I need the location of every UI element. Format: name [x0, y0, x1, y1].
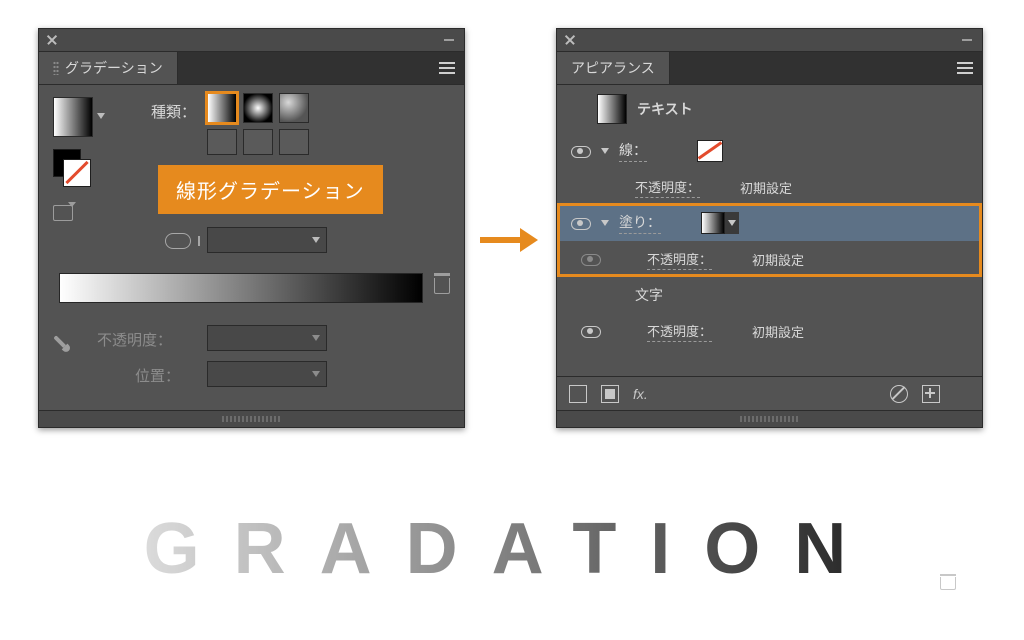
- stroke-row[interactable]: 線：: [557, 133, 982, 169]
- stroke-profile-select[interactable]: [207, 227, 327, 253]
- stroke-profile-icon: [165, 233, 191, 249]
- panel-menu-icon[interactable]: [430, 52, 464, 84]
- stroke-label[interactable]: 線：: [619, 140, 647, 162]
- opacity-value: 初期設定: [740, 178, 792, 197]
- stroke-mode-1[interactable]: [207, 129, 237, 155]
- stroke-mode-3[interactable]: [279, 129, 309, 155]
- characters-label: 文字: [635, 285, 663, 305]
- duplicate-icon[interactable]: [922, 385, 940, 403]
- new-fill-icon[interactable]: [601, 385, 619, 403]
- opacity-label: 不透明度：: [647, 249, 712, 270]
- chevron-down-icon[interactable]: [601, 220, 609, 226]
- stroke-swatch-none: [63, 159, 91, 187]
- stroke-gradient-mode-buttons: [207, 129, 309, 155]
- gradient-slider[interactable]: [59, 273, 423, 303]
- tab-label: グラデーション: [65, 58, 163, 78]
- stroke-none-swatch[interactable]: [697, 140, 723, 162]
- panel-resize-bar[interactable]: [39, 410, 464, 427]
- appearance-tabbar: アピアランス: [557, 52, 982, 85]
- close-icon[interactable]: [43, 30, 63, 50]
- radial-gradient-button[interactable]: [243, 93, 273, 123]
- fill-swatch-dropdown[interactable]: [701, 212, 739, 234]
- fill-opacity-row[interactable]: 不透明度： 初期設定: [557, 241, 982, 277]
- tab-label: アピアランス: [571, 58, 655, 78]
- visibility-eye-icon[interactable]: [579, 324, 601, 338]
- fill-row[interactable]: 塗り：: [557, 205, 982, 241]
- collapse-icon[interactable]: [444, 39, 458, 41]
- delete-stop-icon[interactable]: [434, 273, 450, 293]
- position-select[interactable]: [207, 361, 327, 387]
- visibility-eye-icon[interactable]: [579, 252, 601, 266]
- freeform-gradient-button[interactable]: [279, 93, 309, 123]
- chevron-down-icon[interactable]: [601, 148, 609, 154]
- chevron-down-icon: [728, 220, 736, 226]
- tab-appearance[interactable]: アピアランス: [557, 52, 670, 84]
- visibility-eye-icon[interactable]: [569, 144, 591, 158]
- gradient-panel: グラデーション 種類： 線形グラデーション: [38, 28, 465, 428]
- header-label: テキスト: [637, 99, 693, 119]
- swatch-dropdown-icon[interactable]: [97, 113, 105, 119]
- sample-gradient-text: GRADATION: [0, 508, 1024, 590]
- position-label: 位置：: [135, 365, 180, 386]
- text-opacity-row[interactable]: 不透明度： 初期設定: [557, 313, 982, 349]
- fill-stroke-toggle[interactable]: [53, 149, 89, 185]
- type-label: 種類：: [151, 101, 196, 122]
- add-effect-icon[interactable]: fx.: [633, 386, 648, 402]
- gradient-preview-swatch[interactable]: [53, 97, 93, 137]
- collapse-icon[interactable]: [962, 39, 976, 41]
- appearance-panel-titlebar: [557, 29, 982, 52]
- chevron-down-icon: [312, 371, 320, 377]
- stroke-mode-2[interactable]: [243, 129, 273, 155]
- appearance-footer: fx.: [557, 376, 982, 411]
- chevron-down-icon: [312, 237, 320, 243]
- tab-gradient[interactable]: グラデーション: [39, 52, 178, 84]
- appearance-panel: アピアランス テキスト 線： 不透明度： 初期設定: [556, 28, 983, 428]
- fill-gradient-swatch: [701, 212, 725, 234]
- eyedropper-icon[interactable]: [53, 325, 78, 350]
- appearance-header-row: テキスト: [557, 85, 982, 133]
- gradient-tabbar: グラデーション: [39, 52, 464, 85]
- linear-gradient-button[interactable]: [207, 93, 237, 123]
- opacity-label: 不透明度：: [647, 321, 712, 342]
- new-stroke-icon[interactable]: [569, 385, 587, 403]
- callout-linear-gradient: 線形グラデーション: [158, 165, 383, 214]
- drag-grip-icon: [53, 61, 59, 75]
- arrow-right-icon: [480, 228, 540, 252]
- gradient-panel-titlebar: [39, 29, 464, 52]
- stroke-opacity-row[interactable]: 不透明度： 初期設定: [557, 169, 982, 205]
- close-icon[interactable]: [561, 30, 581, 50]
- opacity-value: 初期設定: [752, 250, 804, 269]
- fill-label[interactable]: 塗り：: [619, 212, 661, 234]
- opacity-label: 不透明度：: [97, 329, 172, 350]
- panel-resize-bar[interactable]: [557, 410, 982, 427]
- chevron-down-icon: [312, 335, 320, 341]
- characters-row[interactable]: 文字: [557, 277, 982, 313]
- opacity-label: 不透明度：: [635, 177, 700, 198]
- selection-thumb: [597, 94, 627, 124]
- gradient-type-buttons: [207, 93, 309, 123]
- visibility-eye-icon[interactable]: [569, 216, 591, 230]
- library-icon[interactable]: [53, 205, 73, 221]
- opacity-select[interactable]: [207, 325, 327, 351]
- panel-menu-icon[interactable]: [948, 52, 982, 84]
- opacity-value: 初期設定: [752, 322, 804, 341]
- clear-appearance-icon[interactable]: [890, 385, 908, 403]
